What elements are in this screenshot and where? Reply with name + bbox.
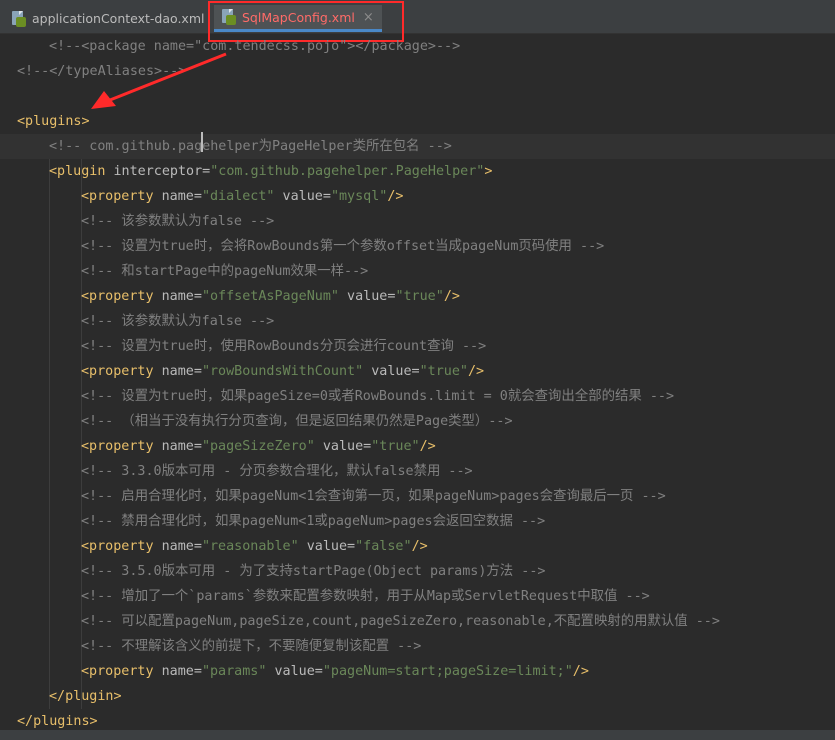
code-token: value= xyxy=(339,289,396,304)
code-token: "mysql" xyxy=(330,189,388,204)
code-token: <property xyxy=(81,664,162,679)
code-token: /> xyxy=(572,664,589,679)
editor-tab-bar: applicationContext-dao.xml SqlMapConfig.… xyxy=(0,0,835,34)
code-token: value= xyxy=(298,539,356,554)
code-token: <!-- （相当于没有执行分页查询，但是返回结果仍然是Page类型）--> xyxy=(81,414,513,429)
code-token: "rowBoundsWithCount" xyxy=(201,364,364,379)
code-token: "true" xyxy=(371,439,420,454)
code-token: <!-- 3.5.0版本可用 - 为了支持startPage(Object pa… xyxy=(81,564,546,579)
code-token: "reasonable" xyxy=(201,539,299,554)
code-token: <!-- 该参数默认为false --> xyxy=(81,214,275,229)
code-token: <property xyxy=(81,289,162,304)
code-token: name= xyxy=(161,289,202,304)
code-token: interceptor= xyxy=(113,164,211,179)
code-token: <!-- 增加了一个`params`参数来配置参数映射，用于从Map或Servl… xyxy=(81,589,650,604)
code-token: /> xyxy=(443,289,460,304)
status-line xyxy=(0,730,835,740)
code-token: "true" xyxy=(419,364,468,379)
code-token: <property xyxy=(81,539,162,554)
code-token: value= xyxy=(314,439,372,454)
code-token: value= xyxy=(274,189,331,204)
code-token: <!-- 启用合理化时，如果pageNum<1会查询第一页，如果pageNum>… xyxy=(81,489,666,504)
text-caret xyxy=(201,132,203,152)
code-line[interactable]: <!-- com.github.pagehelper为PageHelper类所在… xyxy=(0,134,835,159)
code-token: value= xyxy=(266,664,323,679)
tab-label: SqlMapConfig.xml xyxy=(242,9,355,25)
code-token: value= xyxy=(363,364,420,379)
code-token: <!-- 禁用合理化时，如果pageNum<1或pageNum>pages会返回… xyxy=(81,514,546,529)
code-token: <!--<package name="com.tendecss.pojo"></… xyxy=(49,39,461,54)
code-token: <plugin xyxy=(49,164,114,179)
tab-application-context-dao[interactable]: applicationContext-dao.xml xyxy=(12,5,204,32)
code-token: <!-- 3.3.0版本可用 - 分页参数合理化，默认false禁用 --> xyxy=(81,464,473,479)
code-token: /> xyxy=(419,439,436,454)
close-tab-icon[interactable]: × xyxy=(363,10,374,25)
code-token: > xyxy=(484,164,493,179)
code-token: "true" xyxy=(395,289,444,304)
code-token: "params" xyxy=(201,664,267,679)
code-token: name= xyxy=(161,539,202,554)
code-token: name= xyxy=(161,189,202,204)
code-token: name= xyxy=(161,664,202,679)
xml-file-icon xyxy=(222,9,236,25)
code-token: name= xyxy=(161,364,202,379)
code-token: "offsetAsPageNum" xyxy=(201,289,339,304)
code-token: <property xyxy=(81,364,162,379)
code-token: </plugins> xyxy=(17,714,98,729)
code-token: <!-- 和startPage中的pageNum效果一样--> xyxy=(81,264,369,279)
code-token: "com.github.pagehelper.PageHelper" xyxy=(210,164,485,179)
code-token: <!-- 不理解该含义的前提下，不要随便复制该配置 --> xyxy=(81,639,422,654)
code-editor[interactable]: <!--<package name="com.tendecss.pojo"></… xyxy=(0,34,835,740)
code-token: "dialect" xyxy=(201,189,275,204)
code-token: <!-- 可以配置pageNum,pageSize,count,pageSize… xyxy=(81,614,720,629)
indent-guide xyxy=(49,134,50,709)
tab-sqlmapconfig[interactable]: SqlMapConfig.xml × xyxy=(214,5,382,32)
code-token: /> xyxy=(387,189,404,204)
tab-label: applicationContext-dao.xml xyxy=(32,11,205,26)
code-token: <!-- 设置为true时，会将RowBounds第一个参数offset当成pa… xyxy=(81,239,605,254)
code-token: <!-- com.github.pagehelper为PageHelper类所在… xyxy=(49,139,452,154)
code-token: "pageNum=start;pageSize=limit;" xyxy=(322,664,573,679)
code-token: <property xyxy=(81,439,162,454)
code-token: <property xyxy=(81,189,162,204)
code-token: /> xyxy=(411,539,428,554)
code-token: "pageSizeZero" xyxy=(201,439,315,454)
code-token: <!-- 设置为true时，使用RowBounds分页会进行count查询 --… xyxy=(81,339,487,354)
code-token: "false" xyxy=(355,539,412,554)
code-token: </plugin> xyxy=(49,689,122,704)
code-token: <!-- 该参数默认为false --> xyxy=(81,314,275,329)
code-token: <plugins> xyxy=(17,114,90,129)
code-token: <!-- 设置为true时，如果pageSize=0或者RowBounds.li… xyxy=(81,389,675,404)
code-token: /> xyxy=(468,364,485,379)
xml-file-icon xyxy=(12,10,26,27)
code-token: <!--</typeAliases>--> xyxy=(17,64,187,79)
code-token: name= xyxy=(161,439,202,454)
